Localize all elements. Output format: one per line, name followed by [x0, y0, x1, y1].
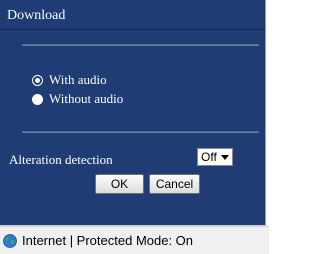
chevron-down-icon[interactable] — [221, 155, 229, 160]
radio-with-audio[interactable]: With audio — [32, 72, 107, 88]
radio-without-audio[interactable]: Without audio — [32, 91, 123, 107]
divider-top — [22, 44, 259, 46]
dialog-title: Download — [7, 8, 66, 23]
alteration-detection-value: Off — [201, 150, 217, 164]
radio-unchecked-icon[interactable] — [32, 93, 43, 105]
radio-without-audio-label: Without audio — [49, 91, 124, 106]
title-separator — [0, 29, 265, 30]
alteration-detection-label: Alteration detection — [9, 152, 113, 167]
radio-checked-icon[interactable] — [32, 74, 43, 86]
ok-button[interactable]: OK — [95, 174, 144, 194]
status-text: Internet | Protected Mode: On — [22, 233, 194, 248]
alteration-detection-select[interactable]: Off — [197, 148, 233, 166]
radio-with-audio-label: With audio — [49, 72, 107, 87]
download-dialog: Download With audio Without audio Altera… — [0, 0, 266, 226]
cancel-button[interactable]: Cancel — [149, 174, 200, 194]
globe-icon — [3, 233, 17, 248]
divider-bottom — [22, 131, 259, 133]
status-bar: Internet | Protected Mode: On — [0, 226, 269, 254]
